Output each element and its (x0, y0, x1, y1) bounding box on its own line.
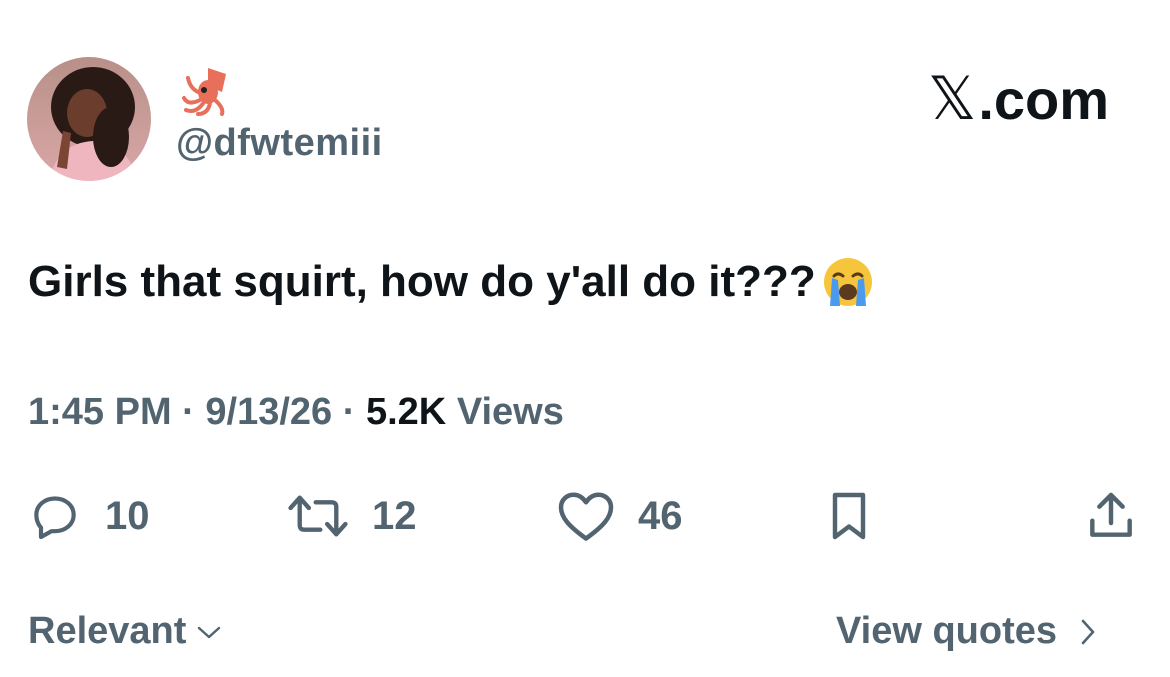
avatar[interactable] (27, 57, 151, 181)
squid-emoji-icon (178, 62, 232, 116)
view-quotes-link[interactable]: View quotes (836, 610, 1097, 653)
like-button[interactable]: 46 (556, 488, 683, 544)
reply-button[interactable]: 10 (27, 488, 150, 544)
x-logo-glyph: 𝕏 (928, 64, 977, 134)
bookmark-icon (832, 492, 866, 540)
chevron-down-icon (198, 626, 221, 638)
chevron-right-icon (1081, 619, 1095, 644)
separator: · (171, 391, 206, 433)
share-icon (1090, 492, 1132, 537)
reply-count: 10 (105, 493, 150, 538)
retweet-icon (288, 495, 348, 537)
tweet-body: Girls that squirt, how do y'all do it??? (28, 254, 876, 310)
heart-icon (558, 492, 614, 541)
views-count: 5.2K (365, 391, 447, 433)
bookmark-button[interactable] (822, 488, 876, 544)
sort-dropdown[interactable]: Relevant (28, 610, 222, 653)
reply-icon (34, 496, 76, 540)
retweet-count: 12 (372, 493, 417, 538)
views-label: Views (446, 391, 564, 433)
loudly-crying-face-icon (823, 258, 872, 306)
author-handle[interactable]: @dfwtemiii (176, 122, 383, 165)
like-count: 46 (638, 493, 683, 538)
sort-label: Relevant (28, 610, 187, 652)
x-brand-text: .com (978, 67, 1110, 131)
share-button[interactable] (1083, 488, 1139, 544)
tweet-time[interactable]: 1:45 PM (28, 391, 172, 433)
retweet-button[interactable]: 12 (286, 488, 417, 544)
tweet-text: Girls that squirt, how do y'all do it??? (28, 257, 816, 306)
tweet-meta: 1:45 PM · 9/13/26 · 5.2K Views (28, 391, 564, 434)
view-quotes-label: View quotes (836, 610, 1058, 652)
separator: · (332, 391, 366, 433)
tweet-date[interactable]: 9/13/26 (205, 391, 332, 433)
x-brand-logo: 𝕏 .com (928, 64, 1109, 134)
